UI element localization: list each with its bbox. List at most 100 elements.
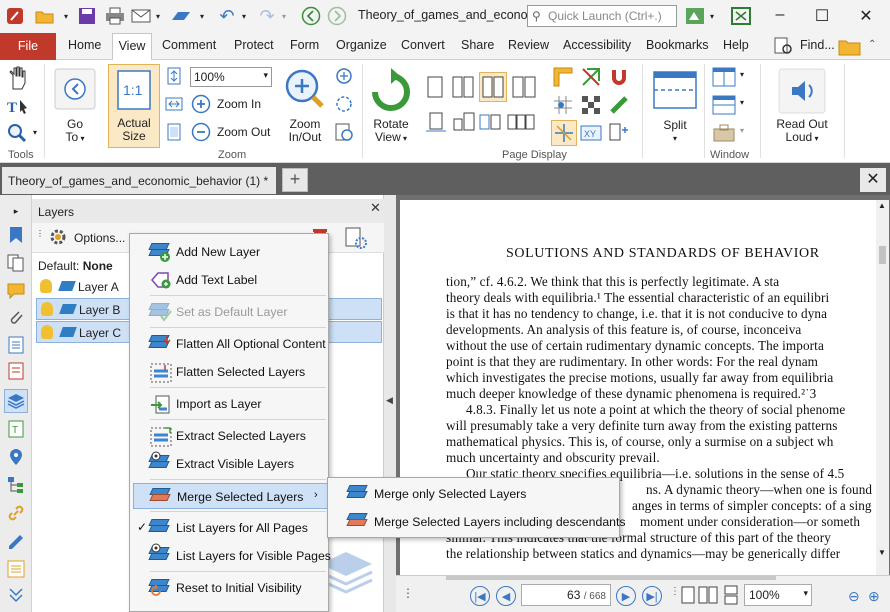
- line-weights-icon[interactable]: [608, 94, 630, 116]
- chevron-down-icon[interactable]: ▾: [740, 98, 744, 107]
- page-layout-icon-2[interactable]: [478, 110, 502, 134]
- chevron-down-icon[interactable]: ▾: [152, 6, 164, 26]
- horizontal-scrollbar[interactable]: [416, 576, 876, 580]
- page-layout-icon-1[interactable]: [452, 110, 476, 134]
- zoom-out-icon[interactable]: [191, 122, 211, 142]
- comments-icon[interactable]: [6, 281, 26, 301]
- content-icon[interactable]: [6, 335, 26, 355]
- chevron-down-icon[interactable]: ▾: [33, 128, 37, 137]
- horizontal-scrollbar-thumb[interactable]: [446, 576, 776, 580]
- go-to-button[interactable]: Go To ▾: [54, 118, 96, 145]
- actual-size-button[interactable]: 1:1 Actual Size: [108, 64, 160, 148]
- attachments-icon[interactable]: [6, 307, 26, 327]
- menu-add-text-label[interactable]: Add Text Label: [130, 267, 328, 293]
- tags-icon[interactable]: [6, 361, 26, 381]
- fields-icon[interactable]: T: [6, 419, 26, 439]
- zoom-in-out-button[interactable]: Zoom In/Out: [282, 118, 328, 144]
- single-page-view-icon[interactable]: [680, 585, 696, 608]
- go-to-icon[interactable]: [54, 68, 96, 110]
- chevron-down-icon[interactable]: ▾: [278, 6, 290, 26]
- close-panel-button[interactable]: ✕: [370, 200, 381, 216]
- chevron-down-icon[interactable]: ▾: [706, 6, 718, 26]
- menu-extract-selected-layers[interactable]: Extract Selected Layers: [130, 423, 328, 449]
- close-window-button[interactable]: ✕: [851, 6, 881, 26]
- scroll-up-icon[interactable]: ▲: [878, 201, 886, 210]
- submenu-merge-only-selected[interactable]: Merge only Selected Layers: [328, 481, 619, 507]
- page-layout-icon-3[interactable]: [506, 110, 536, 134]
- menu-flatten-selected-layers[interactable]: Flatten Selected Layers: [130, 359, 328, 385]
- links-icon[interactable]: [6, 503, 26, 523]
- menu-merge-selected-layers[interactable]: Merge Selected Layers ›: [133, 483, 328, 509]
- vertical-scrollbar[interactable]: ▲ ▼: [876, 200, 889, 575]
- coordinates-icon[interactable]: XY: [580, 122, 602, 144]
- rotate-view-icon[interactable]: [368, 68, 414, 116]
- menu-convert[interactable]: Convert: [401, 38, 445, 52]
- zoom-select[interactable]: 100% ▾: [190, 67, 272, 87]
- bookmarks-icon[interactable]: [6, 225, 26, 245]
- continuous-view-icon[interactable]: [722, 585, 740, 608]
- reflow-icon[interactable]: [608, 122, 630, 144]
- destinations-icon[interactable]: [6, 447, 26, 467]
- menu-reset-initial-visibility[interactable]: Reset to Initial Visibility: [130, 575, 328, 601]
- folder-search-icon[interactable]: [838, 36, 862, 61]
- save-icon[interactable]: [76, 6, 98, 26]
- zoom-out-button[interactable]: Zoom Out: [217, 126, 270, 139]
- first-page-button[interactable]: |◀: [470, 586, 490, 606]
- fit-page-icon[interactable]: [164, 66, 184, 86]
- menu-help[interactable]: Help: [723, 38, 749, 52]
- print-icon[interactable]: [104, 6, 126, 26]
- forward-nav-icon[interactable]: [326, 6, 348, 26]
- minimize-button[interactable]: –: [765, 6, 795, 26]
- more-panels-icon[interactable]: [6, 585, 26, 605]
- page-number-input[interactable]: 63 / 668: [521, 584, 611, 606]
- continuous-facing-icon[interactable]: [510, 74, 538, 100]
- file-menu-button[interactable]: File: [0, 33, 56, 60]
- cascade-windows-icon[interactable]: [712, 94, 736, 116]
- close-document-button[interactable]: ✕: [860, 168, 886, 192]
- menu-list-layers-all-pages[interactable]: ✓ List Layers for All Pages: [130, 515, 328, 541]
- zoom-in-button[interactable]: Zoom In: [217, 98, 261, 111]
- dynamic-zoom-icon[interactable]: [334, 94, 356, 116]
- layer-properties-icon[interactable]: [344, 226, 368, 253]
- menu-find[interactable]: Find...: [800, 38, 835, 52]
- order-icon[interactable]: [6, 559, 26, 579]
- chevron-down-icon[interactable]: ▾: [740, 126, 744, 135]
- expand-panel-icon[interactable]: ▸: [6, 201, 26, 221]
- scroll-down-icon[interactable]: ▼: [878, 548, 886, 557]
- hand-tool-icon[interactable]: [6, 64, 30, 92]
- workspace-icon[interactable]: [712, 122, 736, 144]
- options-button[interactable]: Options...: [74, 231, 125, 245]
- cover-page-icon[interactable]: [424, 110, 448, 134]
- new-tab-button[interactable]: +: [282, 168, 308, 192]
- scrollbar-thumb[interactable]: [879, 246, 886, 264]
- collapse-ribbon-icon[interactable]: ⌃: [868, 39, 876, 50]
- snap-icon[interactable]: [551, 120, 577, 146]
- menu-review[interactable]: Review: [508, 38, 549, 52]
- status-zoom-select[interactable]: 100% ▾: [744, 584, 812, 606]
- open-folder-icon[interactable]: [34, 6, 56, 26]
- magnet-icon[interactable]: [608, 66, 630, 88]
- transparency-grid-icon[interactable]: [580, 94, 602, 116]
- split-icon[interactable]: [652, 68, 698, 112]
- menu-bookmarks[interactable]: Bookmarks: [646, 38, 709, 52]
- menu-set-default-layer[interactable]: Set as Default Layer: [130, 299, 328, 325]
- menu-import-as-layer[interactable]: Import as Layer: [130, 391, 328, 417]
- theme-icon[interactable]: [684, 6, 706, 26]
- scan-icon[interactable]: [170, 6, 192, 26]
- menu-home[interactable]: Home: [68, 38, 101, 52]
- fit-visible-icon[interactable]: [164, 122, 184, 142]
- undo-icon[interactable]: ↶: [216, 6, 238, 26]
- chevron-down-icon[interactable]: ▾: [740, 70, 744, 79]
- measure-icon[interactable]: [580, 66, 602, 88]
- fullscreen-icon[interactable]: [730, 6, 752, 26]
- visibility-bulb-icon[interactable]: [41, 325, 53, 339]
- fit-width-icon[interactable]: [164, 94, 184, 114]
- signatures-icon[interactable]: [6, 531, 26, 551]
- menu-list-layers-visible-pages[interactable]: List Layers for Visible Pages: [130, 543, 331, 569]
- menu-comment[interactable]: Comment: [162, 38, 216, 52]
- ruler-icon[interactable]: [552, 66, 574, 88]
- menu-add-new-layer[interactable]: Add New Layer: [130, 239, 328, 265]
- submenu-merge-including-descendants[interactable]: Merge Selected Layers including descenda…: [328, 509, 626, 535]
- chevron-down-icon[interactable]: ▾: [238, 6, 250, 26]
- menu-protect[interactable]: Protect: [234, 38, 274, 52]
